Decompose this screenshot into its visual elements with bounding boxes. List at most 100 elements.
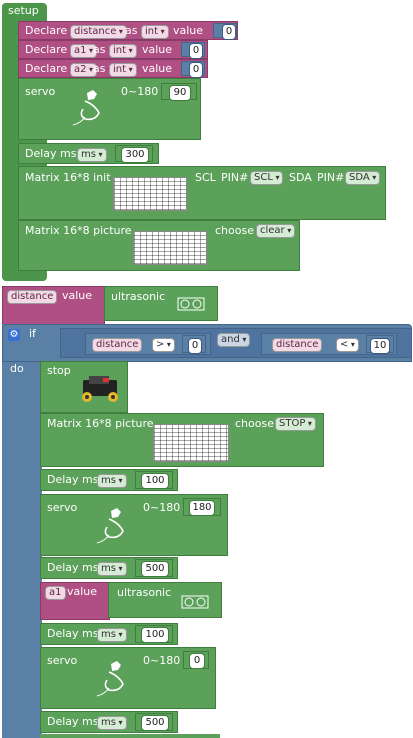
servo-image-icon	[96, 661, 124, 697]
assign-a1-block[interactable]: a1 value	[40, 582, 110, 620]
stop-block[interactable]: stop	[40, 361, 128, 413]
matrix-picture-image	[153, 424, 229, 462]
ultrasonic-sensor-block[interactable]: ultrasonic	[108, 582, 222, 618]
servo-image-icon	[96, 508, 124, 544]
value-input[interactable]: 0	[222, 24, 236, 40]
type-dropdown[interactable]: int	[141, 25, 169, 39]
ultrasonic-sensor-block[interactable]: ultrasonic	[104, 286, 218, 321]
delay-block[interactable]: Delay ms ms 500	[40, 711, 178, 733]
sda-pin-dropdown[interactable]: SDA	[345, 171, 381, 185]
do-label: do	[10, 362, 24, 375]
delay-unit-dropdown[interactable]: ms	[97, 628, 127, 642]
operator-dropdown[interactable]: <	[336, 338, 359, 352]
logic-dropdown[interactable]: and	[217, 333, 251, 347]
delay-unit-dropdown[interactable]: ms	[97, 716, 127, 730]
value-label: value	[142, 62, 173, 75]
matrix-picture-image	[133, 231, 207, 265]
value-label: value	[67, 585, 98, 598]
as-label: as	[93, 43, 106, 56]
declare-a2-block[interactable]: Declare a2 as int value 0	[18, 59, 208, 78]
delay-label: Delay ms	[47, 473, 99, 486]
delay-input[interactable]: 100	[141, 473, 169, 489]
delay-block[interactable]: Delay ms ms 100	[40, 623, 178, 645]
setup-header[interactable]: setup	[2, 3, 46, 20]
picture-choice-dropdown[interactable]: STOP	[275, 417, 316, 431]
delay-label: Delay ms	[25, 147, 77, 160]
delay-input[interactable]: 500	[141, 561, 169, 577]
servo-angle-input[interactable]: 90	[169, 85, 191, 101]
declare-a1-block[interactable]: Declare a1 as int value 0	[18, 40, 208, 59]
stop-label: stop	[47, 364, 71, 377]
compare-value-input[interactable]: 0	[188, 338, 202, 354]
setup-footer	[2, 270, 47, 280]
value-label: value	[173, 24, 204, 37]
var-distance-dropdown[interactable]: distance	[70, 25, 127, 39]
assign-distance-block[interactable]: distance value	[2, 286, 105, 326]
declare-distance-block[interactable]: Declare distance as int value 0	[18, 21, 238, 40]
delay-input[interactable]: 500	[141, 715, 169, 731]
value-input[interactable]: 0	[189, 62, 203, 78]
gear-icon[interactable]: ⚙	[8, 329, 20, 341]
servo-angle-input[interactable]: 0	[189, 653, 205, 669]
servo-block[interactable]: servo 0~180 0	[40, 647, 216, 709]
delay-block[interactable]: Delay ms ms 500	[40, 557, 178, 579]
ultrasonic-label: ultrasonic	[111, 290, 166, 303]
delay-unit-dropdown[interactable]: ms	[77, 148, 107, 162]
servo-label: servo	[25, 85, 56, 98]
matrix-init-label: Matrix 16*8 init	[25, 171, 111, 184]
matrix-picture-label: Matrix 16*8 picture	[47, 417, 154, 430]
ultrasonic-sensor-icon	[181, 595, 209, 609]
compare-value-input[interactable]: 10	[370, 338, 390, 354]
servo-block[interactable]: servo 0~180 180	[40, 494, 228, 556]
type-dropdown[interactable]: int	[109, 44, 137, 58]
robot-car-icon	[82, 376, 118, 402]
matrix-picture-block[interactable]: Matrix 16*8 picture choose STOP	[40, 413, 324, 467]
ultrasonic-label: ultrasonic	[117, 586, 172, 599]
pin-label: PIN#	[221, 171, 249, 184]
servo-image-icon	[69, 87, 109, 131]
matrix-picture-label: Matrix 16*8 picture	[25, 224, 132, 237]
delay-label: Delay ms	[47, 715, 99, 728]
pin-label: PIN#	[317, 171, 345, 184]
delay-input[interactable]: 300	[121, 147, 149, 163]
if-block[interactable]	[2, 324, 42, 738]
value-label: value	[62, 289, 93, 302]
sda-label: SDA	[289, 171, 312, 184]
servo-block[interactable]: servo 0~180 90	[18, 78, 201, 140]
delay-label: Delay ms	[47, 627, 99, 640]
delay-unit-dropdown[interactable]: ms	[97, 562, 127, 576]
matrix-init-block[interactable]: Matrix 16*8 init SCL PIN# SCL SDA PIN# S…	[18, 166, 386, 220]
logic-and-block[interactable]: distance > 0 and distance < 10	[60, 328, 412, 358]
servo-label: servo	[47, 501, 78, 514]
type-dropdown[interactable]: int	[109, 63, 137, 77]
delay-input[interactable]: 100	[141, 627, 169, 643]
servo-range-label: 0~180	[121, 85, 159, 98]
declare-keyword: Declare	[25, 43, 68, 56]
var-distance[interactable]: distance	[272, 338, 323, 352]
servo-label: servo	[47, 654, 78, 667]
scl-pin-dropdown[interactable]: SCL	[250, 171, 284, 185]
as-label: as	[125, 24, 138, 37]
scl-label: SCL	[195, 171, 216, 184]
picture-choice-dropdown[interactable]: clear	[256, 224, 296, 238]
value-input[interactable]: 0	[189, 43, 203, 59]
delay-unit-dropdown[interactable]: ms	[97, 474, 127, 488]
matrix-picture-block[interactable]: Matrix 16*8 picture choose clear	[18, 220, 300, 271]
delay-block[interactable]: Delay ms ms 300	[18, 143, 159, 164]
var-a1[interactable]: a1	[45, 586, 66, 600]
delay-block[interactable]: Delay ms ms 100	[40, 469, 178, 491]
declare-keyword: Declare	[25, 24, 68, 37]
operator-dropdown[interactable]: >	[152, 338, 175, 352]
var-distance[interactable]: distance	[92, 338, 143, 352]
delay-label: Delay ms	[47, 561, 99, 574]
declare-keyword: Declare	[25, 62, 68, 75]
compare-left-block[interactable]: distance > 0	[85, 333, 211, 355]
servo-angle-input[interactable]: 180	[189, 500, 215, 516]
as-label: as	[93, 62, 106, 75]
next-block-stub[interactable]	[40, 734, 220, 738]
compare-right-block[interactable]: distance < 10	[261, 333, 397, 355]
choose-label: choose	[235, 417, 274, 430]
if-label: if	[29, 327, 36, 340]
value-label: value	[142, 43, 173, 56]
var-distance[interactable]: distance	[7, 290, 58, 304]
